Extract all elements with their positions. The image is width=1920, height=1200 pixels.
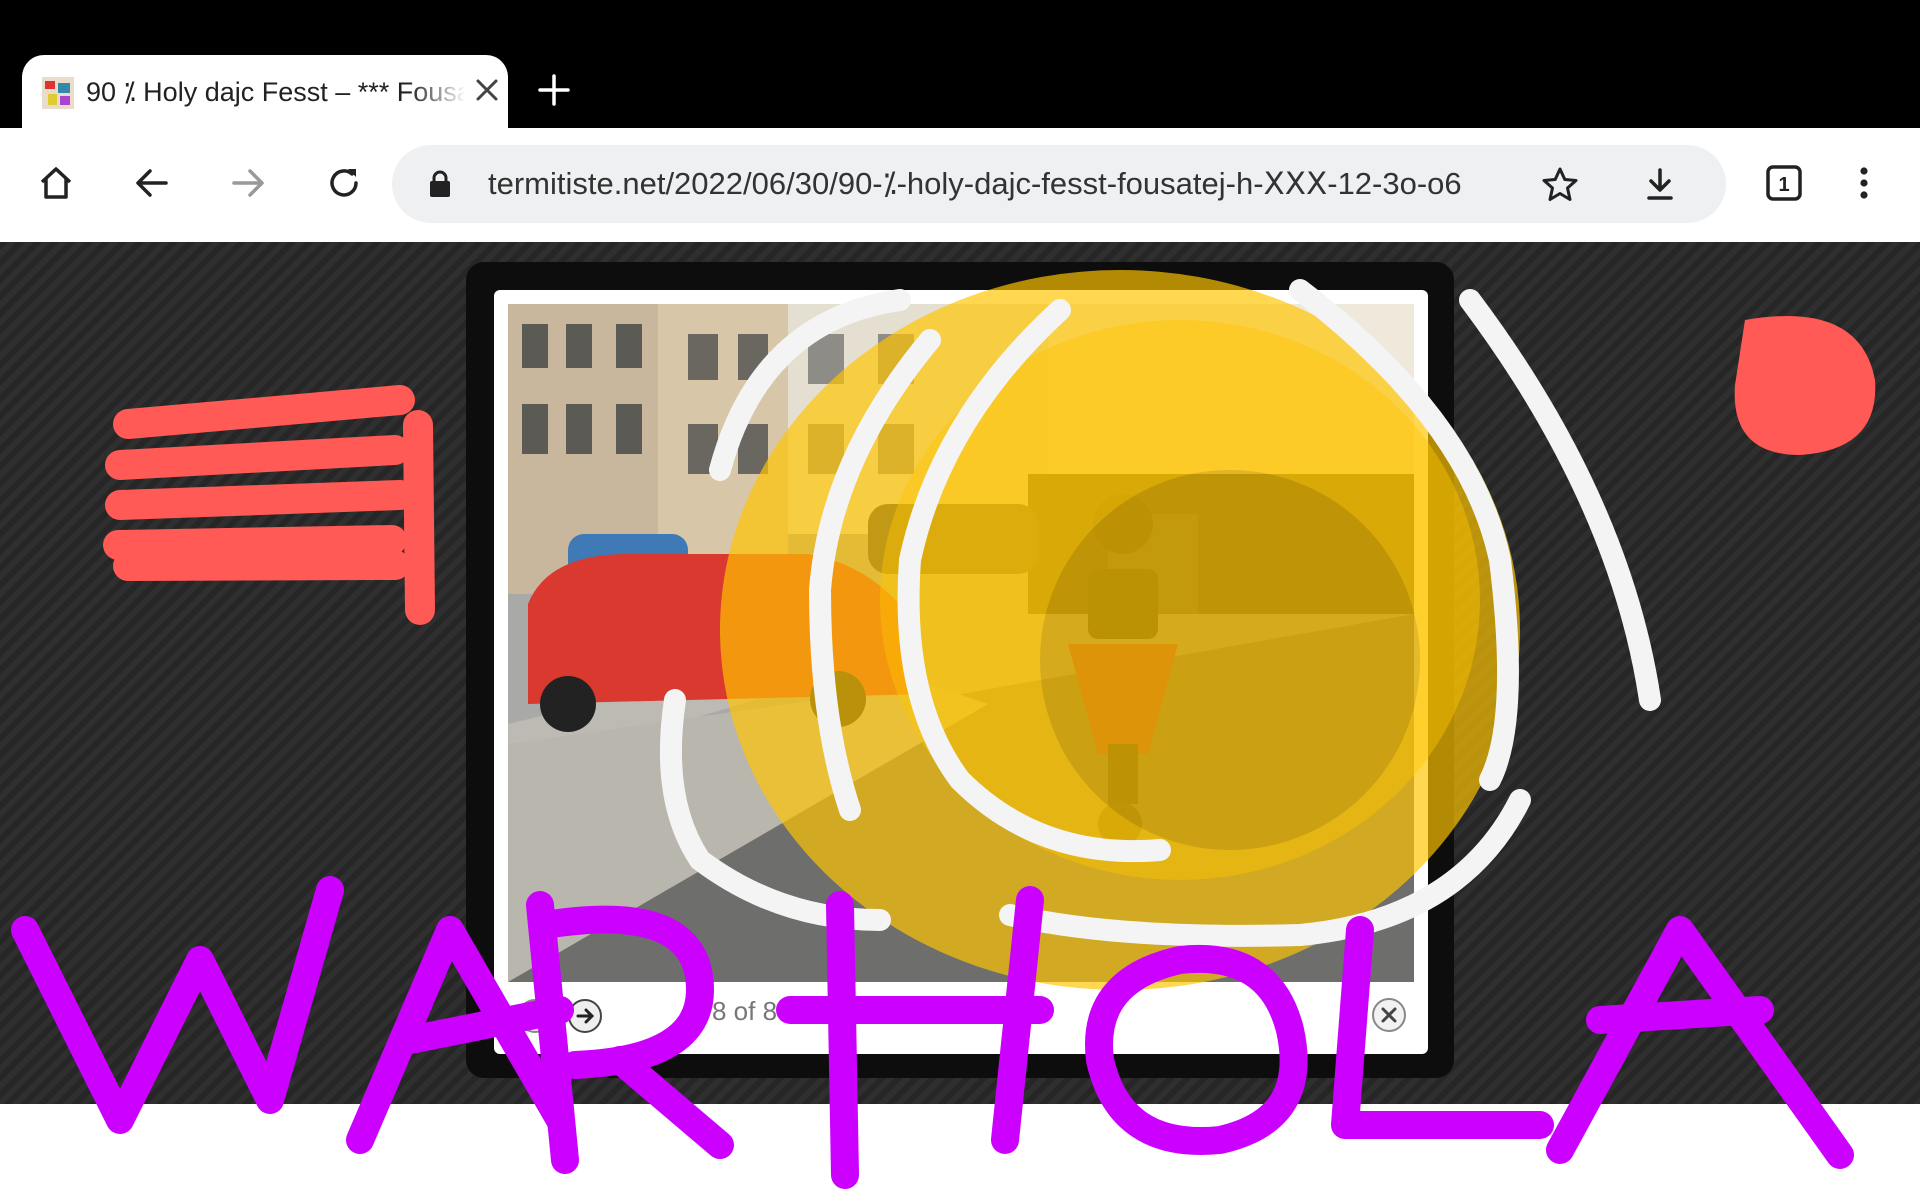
lock-icon	[430, 170, 450, 197]
reload-button[interactable]	[316, 155, 372, 211]
address-bar[interactable]: termitiste.net/2022/06/30/90-⁒-holy-dajc…	[392, 145, 1726, 223]
street-scooter-photo	[508, 304, 1414, 982]
lightbox-next-icon[interactable]	[566, 997, 604, 1035]
back-arrow-icon	[136, 169, 168, 197]
tab-switcher-button[interactable]: 1	[1756, 155, 1812, 211]
url-text[interactable]: termitiste.net/2022/06/30/90-⁒-holy-dajc…	[488, 165, 1512, 203]
browser-tab[interactable]: 90 ⁒ Holy dajc Fesst – *** Fousatej	[22, 55, 508, 128]
site-favicon-icon	[42, 77, 74, 109]
tab-switcher-icon: 1	[1766, 165, 1802, 201]
forward-arrow-icon	[232, 169, 264, 197]
back-button[interactable]	[124, 155, 180, 211]
lightbox-photo	[508, 304, 1414, 982]
lightbox-close-icon[interactable]	[1370, 996, 1408, 1034]
browser-toolbar: termitiste.net/2022/06/30/90-⁒-holy-dajc…	[0, 128, 1920, 242]
tab-strip: 90 ⁒ Holy dajc Fesst – *** Fousatej	[0, 0, 1920, 128]
more-vert-icon	[1860, 167, 1868, 199]
download-icon[interactable]	[1640, 165, 1680, 205]
lightbox-prev-icon[interactable]	[516, 997, 554, 1035]
reload-icon	[330, 169, 358, 197]
home-button[interactable]	[28, 155, 84, 211]
page-bottom	[0, 1104, 1920, 1200]
star-icon[interactable]	[1540, 165, 1580, 205]
lightbox-counter: 8 of 8	[712, 996, 778, 1026]
tab-count: 1	[1778, 174, 1789, 196]
tab-title: 90 ⁒ Holy dajc Fesst – *** Fousatej	[86, 77, 466, 107]
forward-button[interactable]	[220, 155, 276, 211]
new-tab-plus-icon[interactable]	[534, 70, 574, 110]
menu-button[interactable]	[1836, 155, 1892, 211]
home-icon	[40, 167, 72, 199]
close-icon[interactable]	[472, 75, 502, 105]
